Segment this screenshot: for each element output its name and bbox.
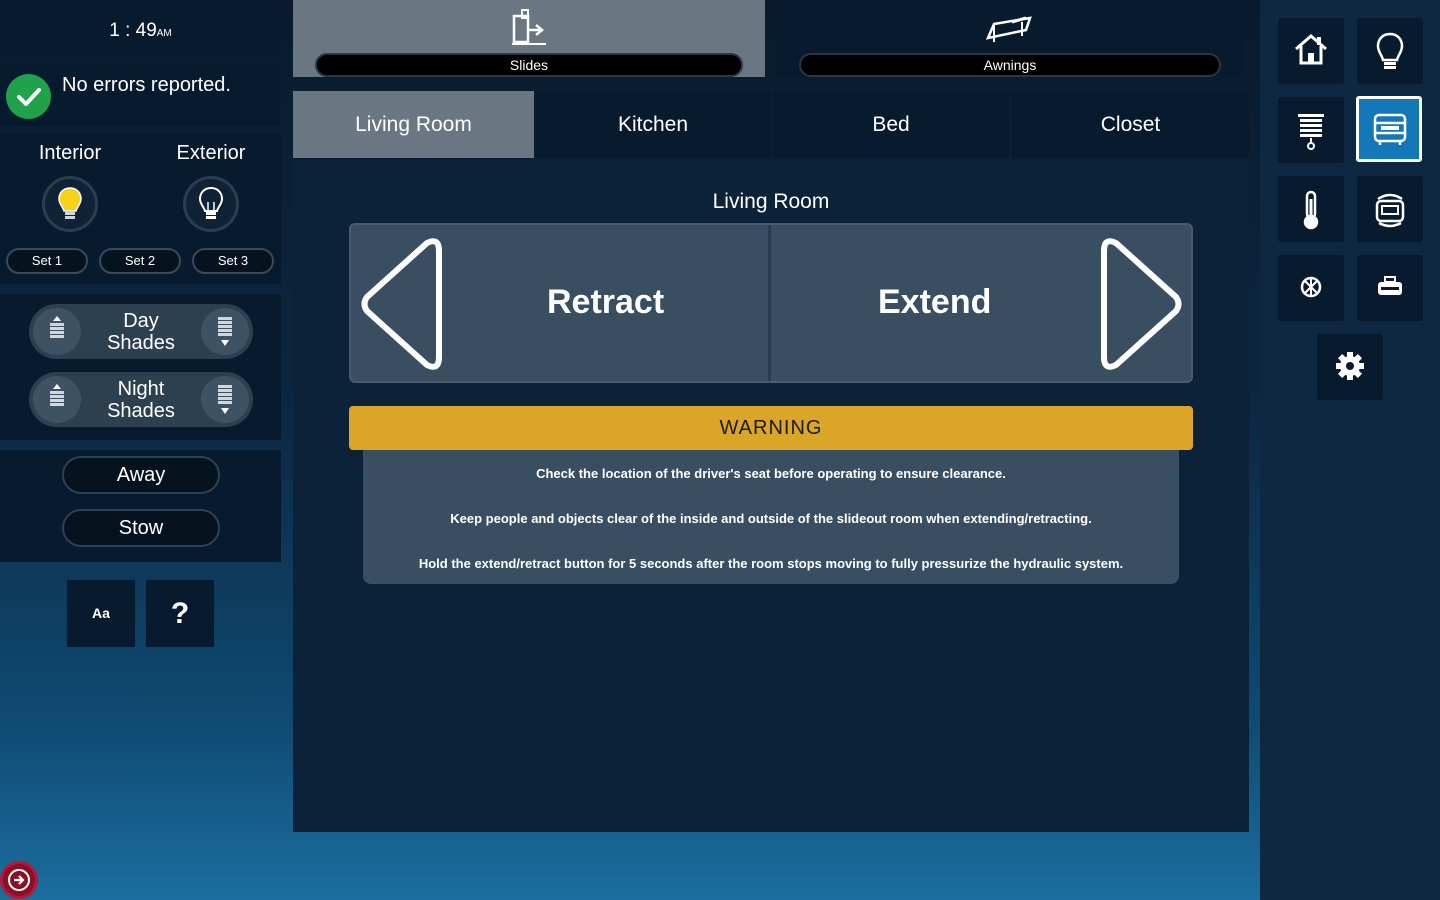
home-icon: [1295, 34, 1327, 65]
shade-icon: [1298, 114, 1324, 150]
check-icon: [6, 74, 51, 119]
interior-light-button[interactable]: [42, 176, 98, 232]
nav-settings-button[interactable]: [1317, 334, 1383, 400]
slide-room-icon: [1373, 113, 1407, 145]
shade-down-icon: [218, 317, 232, 346]
tab-bed[interactable]: Bed: [773, 91, 1009, 158]
shade-down-icon: [218, 385, 232, 414]
clock-time: 1 : 49: [109, 20, 157, 41]
night-shades-down-button[interactable]: [201, 376, 249, 423]
nav-tanks-button[interactable]: [1357, 255, 1423, 321]
clock-ampm: AM: [156, 28, 172, 39]
night-shades-up-button[interactable]: [33, 376, 81, 423]
slide-control-box: Retract Extend: [349, 223, 1193, 383]
slide-icon: [512, 9, 546, 45]
day-shades-up-button[interactable]: [33, 308, 81, 355]
retract-label: Retract: [547, 283, 665, 321]
exterior-light-button[interactable]: [183, 176, 239, 232]
interior-label: Interior: [38, 142, 102, 164]
tank-icon: [1378, 276, 1402, 295]
extend-label: Extend: [878, 283, 992, 321]
day-shades-line1: Day: [123, 310, 159, 332]
nav-shades-button[interactable]: [1278, 97, 1344, 163]
nav-home-button[interactable]: [1278, 18, 1344, 84]
day-shades-line2: Shades: [107, 332, 175, 354]
awning-icon: [985, 16, 1032, 42]
stow-button[interactable]: Stow: [62, 509, 220, 547]
night-shades-line1: Night: [117, 378, 165, 400]
nav-generator-button[interactable]: [1357, 176, 1423, 242]
night-shades-control: Night Shades: [29, 372, 253, 427]
generator-icon: [1375, 193, 1405, 228]
day-shades-control: Day Shades: [29, 304, 253, 359]
right-nav: [1260, 0, 1440, 900]
exit-arrow-icon: [8, 869, 30, 891]
left-panel: 1 : 49AM No errors reported. Interior Ex…: [0, 0, 281, 900]
day-shades-down-button[interactable]: [201, 308, 249, 355]
lightbulb-on-icon: [58, 187, 82, 219]
clock-block: 1 : 49AM: [0, 0, 281, 57]
warning-banner: WARNING: [349, 406, 1193, 450]
status-block[interactable]: No errors reported.: [0, 66, 281, 126]
set-1-button[interactable]: Set 1: [6, 248, 88, 274]
shades-block: Day Shades Night Shades: [0, 294, 281, 440]
retract-button[interactable]: Retract: [351, 225, 771, 381]
nav-fan-button[interactable]: [1278, 255, 1344, 321]
tab-closet[interactable]: Closet: [1012, 91, 1249, 158]
night-shades-label: Night Shades: [89, 378, 193, 422]
lightbulb-off-icon: [198, 186, 224, 219]
tab-awnings[interactable]: Awnings: [777, 0, 1243, 77]
fan-icon: [1300, 276, 1322, 298]
mode-block: Away Stow: [0, 450, 281, 562]
clock: 1 : 49AM: [0, 20, 281, 42]
day-shades-label: Day Shades: [89, 310, 193, 354]
set-3-button[interactable]: Set 3: [192, 248, 274, 274]
arrow-right-icon: [1101, 238, 1182, 370]
room-title: Living Room: [712, 190, 830, 213]
gear-icon: [1336, 352, 1364, 380]
warning-line: Check the location of the driver's seat …: [536, 466, 1006, 481]
warning-line: Keep people and objects clear of the ins…: [450, 511, 1092, 526]
lights-block: Interior Exterior Set 1 Set 2 Set 3: [0, 134, 281, 284]
status-message: No errors reported.: [62, 74, 231, 96]
tab-kitchen[interactable]: Kitchen: [536, 91, 770, 158]
tab-awnings-label: Awnings: [799, 53, 1221, 77]
shade-up-icon: [50, 384, 64, 406]
set-2-button[interactable]: Set 2: [99, 248, 181, 274]
lightbulb-icon: [1376, 32, 1404, 69]
thermometer-icon: [1303, 190, 1319, 230]
arrow-left-icon: [361, 238, 442, 370]
font-size-button[interactable]: Aa: [67, 580, 135, 647]
tab-living-room[interactable]: Living Room: [293, 91, 534, 158]
nav-lights-button[interactable]: [1357, 18, 1423, 84]
warning-line: Hold the extend/retract button for 5 sec…: [418, 556, 1124, 571]
tab-slides[interactable]: Slides: [293, 0, 765, 77]
tab-slides-label: Slides: [315, 53, 743, 77]
away-button[interactable]: Away: [62, 456, 220, 494]
shade-up-icon: [50, 316, 64, 338]
slide-control-panel: Living Room Retract Extend WARNING Check…: [293, 160, 1249, 832]
exterior-label: Exterior: [176, 142, 246, 164]
warning-message: Check the location of the driver's seat …: [363, 450, 1179, 584]
extend-button[interactable]: Extend: [772, 225, 1191, 381]
night-shades-line2: Shades: [107, 400, 175, 422]
exit-button[interactable]: [0, 861, 38, 899]
nav-slides-button[interactable]: [1356, 96, 1422, 162]
help-button[interactable]: ?: [146, 580, 214, 647]
nav-climate-button[interactable]: [1278, 176, 1344, 242]
